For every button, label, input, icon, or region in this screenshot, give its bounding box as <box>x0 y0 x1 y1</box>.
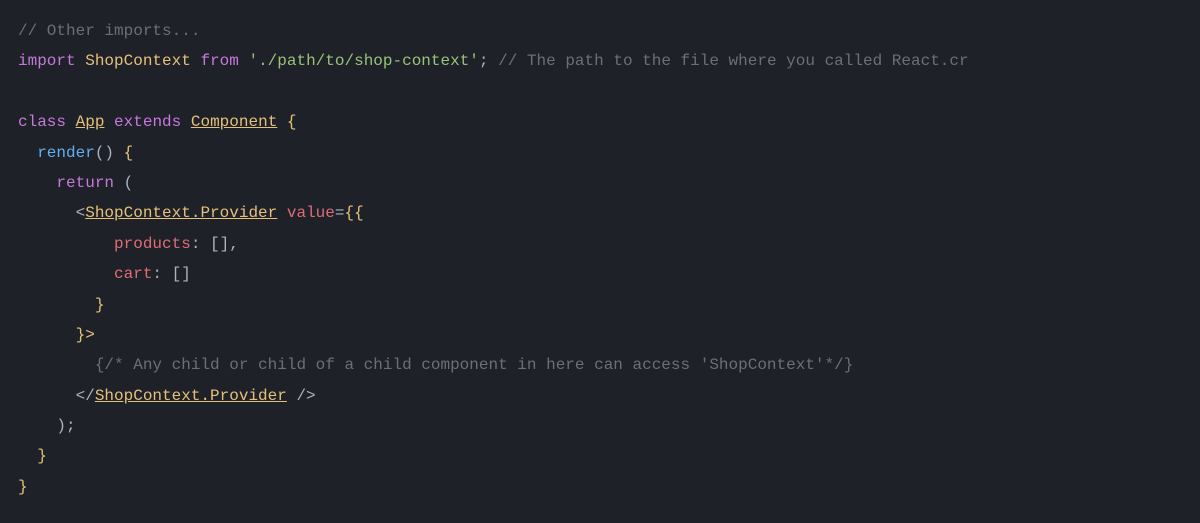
code-line: render() { <box>18 138 1182 168</box>
space <box>76 52 86 70</box>
comment: // The path to the file where you called… <box>489 52 969 70</box>
identifier: ShopContext <box>85 52 191 70</box>
colon: : <box>152 265 162 283</box>
code-line: }> <box>18 320 1182 350</box>
space <box>66 113 76 131</box>
close-paren: ); <box>56 417 75 435</box>
close-braces: }> <box>76 326 95 344</box>
code-line: class App extends Component { <box>18 107 1182 137</box>
keyword-import: import <box>18 52 76 70</box>
comment: // Other imports... <box>18 22 200 40</box>
brace: } <box>95 296 105 314</box>
keyword-extends: extends <box>114 113 181 131</box>
object-key: cart <box>114 265 152 283</box>
space <box>104 113 114 131</box>
object-key: products <box>114 235 191 253</box>
paren: ( <box>114 174 133 192</box>
space <box>277 204 287 222</box>
code-line: cart: [] <box>18 259 1182 289</box>
value: [] <box>162 265 191 283</box>
space <box>191 52 201 70</box>
code-line: products: [], <box>18 229 1182 259</box>
class-name: App <box>76 113 105 131</box>
brace: { <box>277 113 296 131</box>
comma: , <box>229 235 239 253</box>
code-line: // Other imports... <box>18 16 1182 46</box>
jsx-attribute: value <box>287 204 335 222</box>
code-line: </ShopContext.Provider /> <box>18 381 1182 411</box>
space <box>181 113 191 131</box>
code-line: return ( <box>18 168 1182 198</box>
code-editor: // Other imports... import ShopContext f… <box>18 16 1182 502</box>
string-literal: './path/to/shop-context' <box>248 52 478 70</box>
keyword-class: class <box>18 113 66 131</box>
brace: { <box>114 144 133 162</box>
parens: () <box>95 144 114 162</box>
code-line: } <box>18 290 1182 320</box>
value: [] <box>200 235 229 253</box>
keyword-from: from <box>200 52 238 70</box>
close-tag: /> <box>287 387 316 405</box>
angle-bracket: </ <box>76 387 95 405</box>
code-line: {/* Any child or child of a child compon… <box>18 350 1182 380</box>
angle-bracket: < <box>76 204 86 222</box>
class-name: Component <box>191 113 277 131</box>
keyword-return: return <box>56 174 114 192</box>
brace: } <box>37 447 47 465</box>
code-line: } <box>18 472 1182 502</box>
code-line-empty <box>18 77 1182 107</box>
colon: : <box>191 235 201 253</box>
method-name: render <box>37 144 95 162</box>
jsx-component: ShopContext.Provider <box>95 387 287 405</box>
jsx-component: ShopContext.Provider <box>85 204 277 222</box>
code-line: import ShopContext from './path/to/shop-… <box>18 46 1182 76</box>
braces: {{ <box>344 204 363 222</box>
code-line: } <box>18 441 1182 471</box>
brace: } <box>18 478 28 496</box>
empty <box>18 83 28 101</box>
semicolon: ; <box>479 52 489 70</box>
code-line: ); <box>18 411 1182 441</box>
jsx-comment: {/* Any child or child of a child compon… <box>95 356 854 374</box>
code-line: <ShopContext.Provider value={{ <box>18 198 1182 228</box>
